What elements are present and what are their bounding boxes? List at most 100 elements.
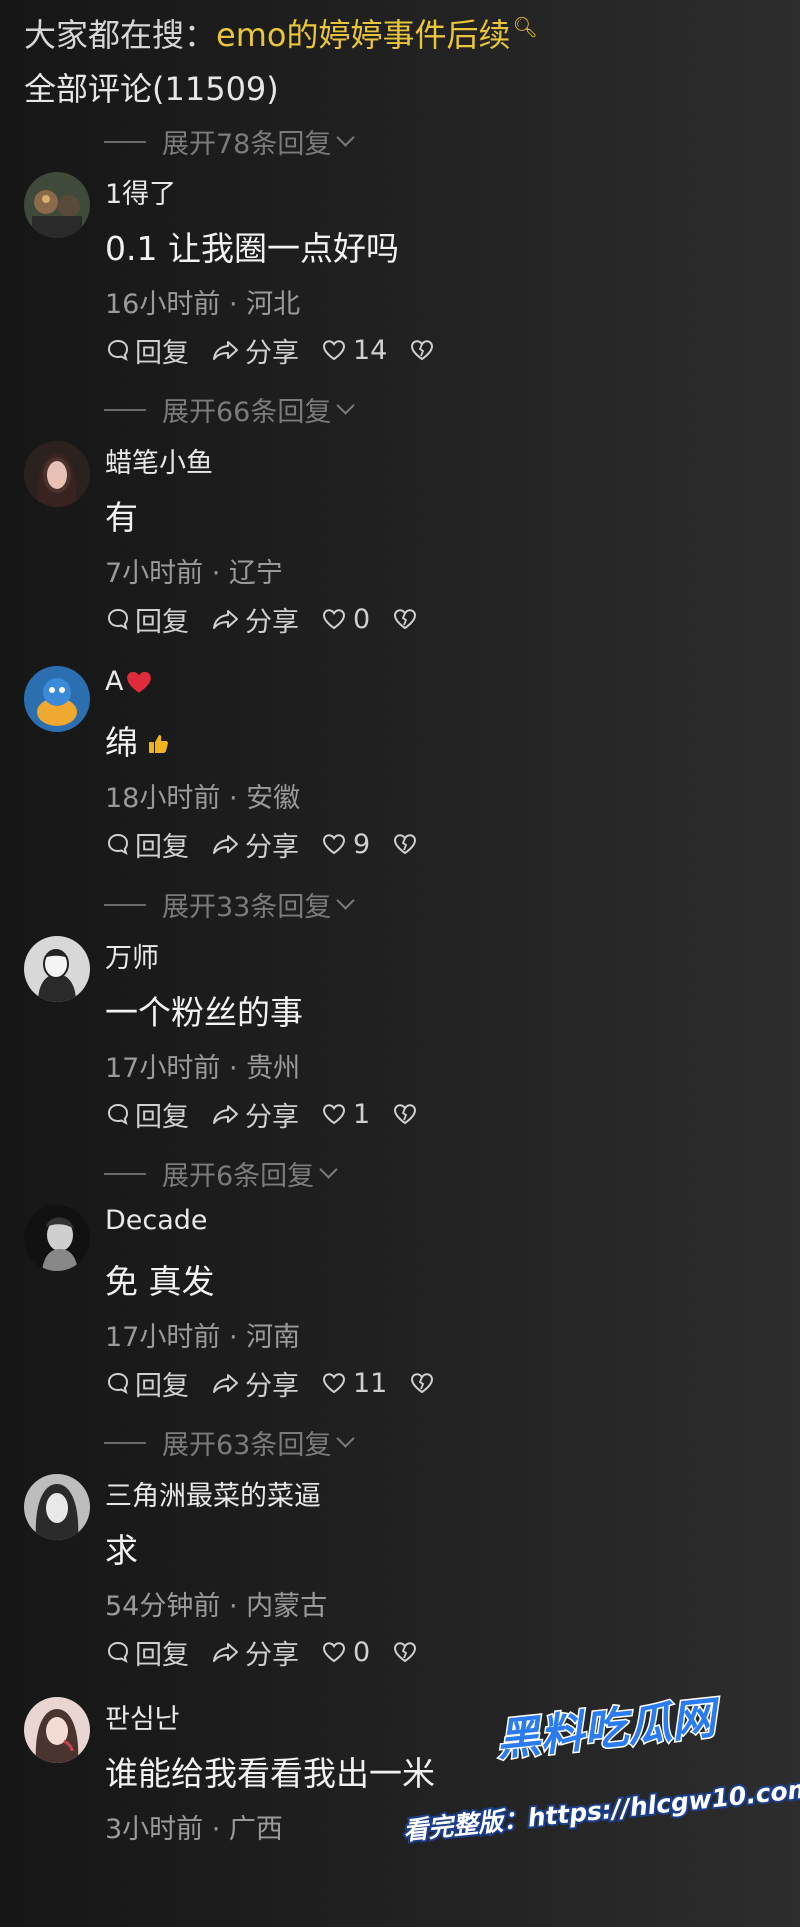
username[interactable]: A bbox=[105, 666, 153, 697]
divider-line bbox=[104, 903, 146, 906]
divider-line bbox=[104, 408, 146, 411]
comment-meta: 16小时前 · 河北 bbox=[105, 289, 301, 320]
dislike-button[interactable] bbox=[392, 832, 422, 856]
username[interactable]: 蜡笔小鱼 bbox=[105, 441, 213, 480]
comment-actions: 回复 分享 0 bbox=[105, 1633, 444, 1672]
dislike-button[interactable] bbox=[392, 1102, 422, 1126]
share-button[interactable]: 分享 bbox=[211, 600, 299, 639]
expand-replies-button[interactable]: 展开78条回复 bbox=[104, 122, 356, 161]
avatar[interactable] bbox=[24, 1205, 90, 1271]
reply-label: 回复 bbox=[135, 337, 189, 369]
like-count: 9 bbox=[353, 828, 371, 860]
share-label: 分享 bbox=[245, 1639, 299, 1671]
comment-actions: 回复 分享 0 bbox=[105, 600, 444, 639]
comment-item: 1得了 0.1 让我圈一点好吗 16小时前 · 河北 回复 分享 14 bbox=[0, 172, 800, 402]
like-button[interactable]: 11 bbox=[321, 1368, 387, 1399]
comment-count-title: 全部评论(11509) bbox=[24, 70, 279, 108]
thumbs-up-emoji-icon bbox=[149, 735, 168, 753]
avatar[interactable] bbox=[24, 172, 90, 238]
share-arrow-icon bbox=[213, 610, 238, 629]
hot-search-term[interactable]: emo的婷婷事件后续 bbox=[216, 16, 510, 54]
broken-heart-icon bbox=[411, 340, 434, 361]
share-button[interactable]: 分享 bbox=[211, 1364, 299, 1403]
broken-heart-icon bbox=[394, 1642, 417, 1663]
comment-actions: 回复 分享 11 bbox=[105, 1364, 461, 1403]
share-button[interactable]: 分享 bbox=[211, 331, 299, 370]
heart-icon bbox=[322, 1104, 346, 1125]
share-button[interactable]: 分享 bbox=[211, 1095, 299, 1134]
reply-label: 回复 bbox=[135, 831, 189, 863]
comment-text: 0.1 让我圈一点好吗 bbox=[105, 229, 399, 268]
username[interactable]: 三角洲最菜的菜逼 bbox=[105, 1474, 321, 1513]
dislike-button[interactable] bbox=[392, 1640, 422, 1664]
reply-button[interactable]: 回复 bbox=[105, 600, 189, 639]
like-button[interactable]: 9 bbox=[321, 829, 370, 860]
share-button[interactable]: 分享 bbox=[211, 825, 299, 864]
reply-bubble-icon bbox=[107, 339, 129, 361]
reply-button[interactable]: 回复 bbox=[105, 1633, 189, 1672]
broken-heart-icon bbox=[394, 834, 417, 855]
dislike-button[interactable] bbox=[409, 338, 439, 362]
share-label: 分享 bbox=[245, 606, 299, 638]
like-button[interactable]: 0 bbox=[321, 1637, 370, 1668]
share-arrow-icon bbox=[213, 1105, 238, 1124]
dislike-button[interactable] bbox=[409, 1371, 439, 1395]
comment-item: 蜡笔小鱼 有 7小时前 · 辽宁 回复 分享 0 bbox=[0, 441, 800, 671]
like-button[interactable]: 14 bbox=[321, 335, 387, 366]
broken-heart-icon bbox=[394, 1104, 417, 1125]
red-heart-emoji-icon bbox=[127, 671, 152, 693]
reply-label: 回复 bbox=[135, 1370, 189, 1402]
reply-bubble-icon bbox=[107, 608, 129, 630]
like-button[interactable]: 0 bbox=[321, 604, 370, 635]
dislike-button[interactable] bbox=[392, 607, 422, 631]
username[interactable]: 万师 bbox=[105, 936, 159, 975]
reply-button[interactable]: 回复 bbox=[105, 825, 189, 864]
expand-replies-label: 展开78条回复 bbox=[162, 129, 332, 160]
username[interactable]: 판심난 bbox=[105, 1697, 180, 1736]
reply-bubble-icon bbox=[107, 1103, 129, 1125]
share-arrow-icon bbox=[213, 835, 238, 854]
watermark-overlay: 黑料吃瓜网 看完整版：https://hlcgw10.com bbox=[400, 1691, 800, 1848]
comment-meta: 18小时前 · 安徽 bbox=[105, 783, 301, 814]
comment-text-body: 绵 bbox=[105, 723, 138, 762]
comment-text: 一个粉丝的事 bbox=[105, 993, 303, 1032]
heart-icon bbox=[322, 834, 346, 855]
comment-actions: 回复 分享 9 bbox=[105, 825, 444, 864]
avatar[interactable] bbox=[24, 441, 90, 507]
comment-meta: 17小时前 · 河南 bbox=[105, 1322, 301, 1353]
divider-line bbox=[104, 1172, 146, 1175]
comment-actions: 回复 分享 1 bbox=[105, 1095, 444, 1134]
like-count: 0 bbox=[353, 603, 371, 635]
watermark-url: 看完整版：https://hlcgw10.com bbox=[402, 1774, 800, 1846]
comment-text: 谁能给我看看我出一米 bbox=[105, 1754, 435, 1793]
hot-search-bar[interactable]: 大家都在搜：emo的婷婷事件后续 🔍︎ bbox=[24, 10, 538, 56]
avatar[interactable] bbox=[24, 936, 90, 1002]
avatar[interactable] bbox=[24, 1697, 90, 1763]
username[interactable]: Decade bbox=[105, 1205, 208, 1236]
reply-button[interactable]: 回复 bbox=[105, 331, 189, 370]
avatar[interactable] bbox=[24, 1474, 90, 1540]
share-label: 分享 bbox=[245, 337, 299, 369]
chevron-down-icon bbox=[336, 128, 356, 147]
reply-label: 回复 bbox=[135, 1639, 189, 1671]
like-button[interactable]: 1 bbox=[321, 1099, 370, 1130]
like-count: 14 bbox=[353, 334, 388, 366]
reply-bubble-icon bbox=[107, 833, 129, 855]
heart-icon bbox=[322, 1642, 346, 1663]
comment-item: A 绵 18小时前 · 安徽 回复 分享 9 bbox=[0, 666, 800, 896]
avatar[interactable] bbox=[24, 666, 90, 732]
heart-icon bbox=[322, 1373, 346, 1394]
comment-text: 绵 bbox=[105, 716, 172, 764]
username[interactable]: 1得了 bbox=[105, 172, 176, 211]
reply-button[interactable]: 回复 bbox=[105, 1095, 189, 1134]
magnifier-icon[interactable]: 🔍︎ bbox=[512, 15, 537, 39]
heart-icon bbox=[322, 609, 346, 630]
share-arrow-icon bbox=[213, 1643, 238, 1662]
share-arrow-icon bbox=[213, 1374, 238, 1393]
broken-heart-icon bbox=[411, 1373, 434, 1394]
comment-item: 万师 一个粉丝的事 17小时前 · 贵州 回复 分享 1 bbox=[0, 936, 800, 1166]
reply-bubble-icon bbox=[107, 1372, 129, 1394]
comment-text: 免 真发 bbox=[105, 1262, 215, 1301]
reply-button[interactable]: 回复 bbox=[105, 1364, 189, 1403]
share-button[interactable]: 分享 bbox=[211, 1633, 299, 1672]
